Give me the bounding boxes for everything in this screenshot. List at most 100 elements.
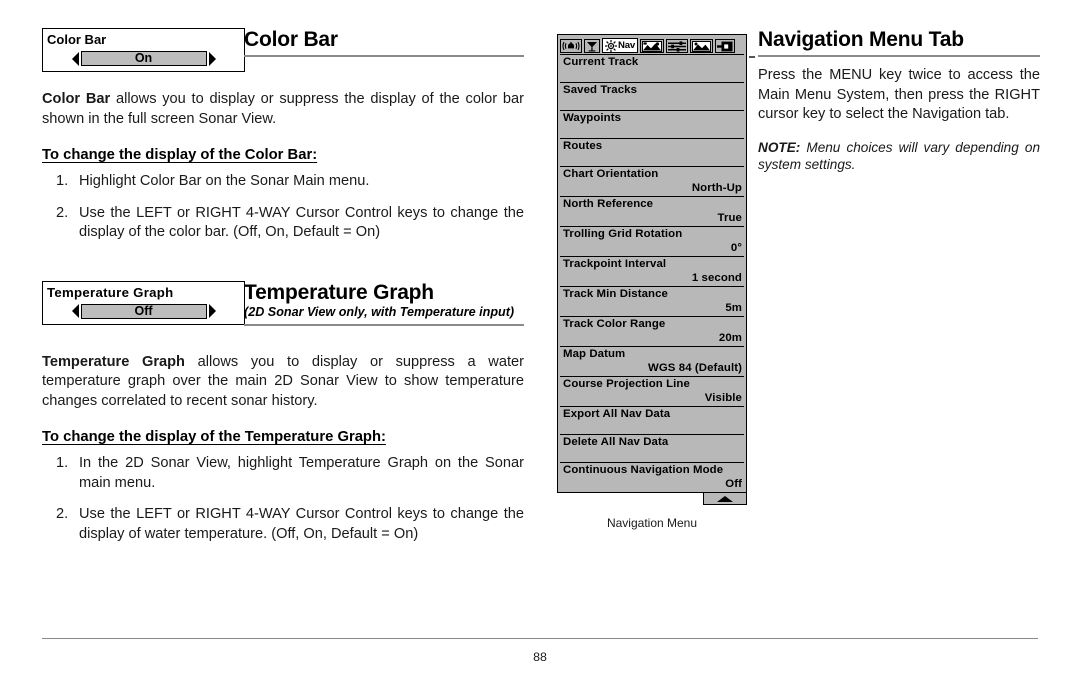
menu-item-label: Trackpoint Interval: [563, 258, 667, 270]
temperature-graph-steps: 1. In the 2D Sonar View, highlight Tempe…: [42, 454, 524, 544]
menu-item-north-reference[interactable]: North Reference True: [560, 197, 744, 227]
navigation-menu-screenshot: Nav Current Track Saved Tracks Waypoints…: [557, 34, 755, 530]
color-bar-paragraph: Color Bar allows you to display or suppr…: [42, 90, 524, 129]
menu-item-chart-orientation[interactable]: Chart Orientation North-Up: [560, 167, 744, 197]
menu-item-waypoints[interactable]: Waypoints: [560, 111, 744, 139]
menu-item-spacer: [563, 125, 742, 137]
menu-item-spacer: [563, 421, 742, 433]
temperature-graph-paragraph: Temperature Graph allows you to display …: [42, 353, 524, 412]
menu-item-label: Current Track: [563, 56, 639, 68]
menu-tab-bar[interactable]: Nav: [560, 37, 744, 54]
scroll-up-button[interactable]: [703, 493, 747, 505]
navigation-menu-list[interactable]: Current Track Saved Tracks Waypoints Rou…: [560, 54, 744, 492]
menu-item-track-min-distance[interactable]: Track Min Distance 5m: [560, 287, 744, 317]
menu-item-routes[interactable]: Routes: [560, 139, 744, 167]
menu-item-value: WGS 84 (Default): [648, 362, 742, 374]
menu-item-label: Routes: [563, 140, 603, 152]
menu-item-trackpoint-interval[interactable]: Trackpoint Interval 1 second: [560, 257, 744, 287]
temperature-graph-procedure-heading: To change the display of the Temperature…: [42, 429, 386, 445]
menu-item-value: True: [717, 212, 742, 224]
right-arrow-icon[interactable]: [208, 304, 216, 318]
step-number: 1.: [56, 173, 69, 189]
step-number: 2.: [56, 506, 69, 522]
menu-item-label: Delete All Nav Data: [563, 436, 669, 448]
sonar-fish-icon: [587, 41, 597, 51]
menu-item-value: 1 second: [691, 272, 742, 284]
menu-item-map-datum[interactable]: Map Datum WGS 84 (Default): [560, 347, 744, 377]
menu-item-spacer: [563, 153, 742, 165]
tab-navigation[interactable]: Nav: [602, 38, 638, 53]
menu-item-spacer: [563, 97, 742, 109]
step-text: Use the LEFT or RIGHT 4-WAY Cursor Contr…: [79, 506, 524, 542]
menu-item-continuous-navigation-mode[interactable]: Continuous Navigation Mode Off: [560, 463, 744, 492]
menu-item-label: Export All Nav Data: [563, 408, 671, 420]
temperature-graph-slider[interactable]: Off: [47, 303, 240, 319]
color-bar-slider-track[interactable]: On: [80, 51, 207, 66]
views-image-icon: [692, 40, 711, 52]
device-footer: [557, 493, 747, 505]
step-number: 2.: [56, 204, 69, 221]
temperature-graph-heading: Temperature Graph: [244, 280, 434, 304]
menu-item-value: 0°: [730, 242, 742, 254]
color-bar-heading-block: Color Bar: [244, 28, 524, 57]
color-bar-steps: 1. Highlight Color Bar on the Sonar Main…: [42, 172, 524, 243]
menu-item-value: Off: [725, 478, 742, 490]
list-item: 1. Highlight Color Bar on the Sonar Main…: [42, 172, 524, 192]
menu-item-delete-all-nav-data[interactable]: Delete All Nav Data: [560, 435, 744, 463]
menu-item-current-track[interactable]: Current Track: [560, 55, 744, 83]
temperature-graph-heading-block: Temperature Graph (2D Sonar View only, w…: [244, 281, 524, 326]
setup-sliders-icon: [668, 40, 686, 52]
heading-rule: [758, 55, 1040, 57]
navigation-menu-tab-paragraph: Press the MENU key twice to access the M…: [758, 67, 1040, 122]
left-arrow-icon[interactable]: [71, 304, 79, 318]
section-temperature-graph: Temperature Graph Off Temperature Graph …: [42, 280, 524, 339]
color-bar-procedure-heading: To change the display of the Color Bar:: [42, 147, 318, 163]
menu-item-trolling-grid-rotation[interactable]: Trolling Grid Rotation 0°: [560, 227, 744, 257]
tab-navigation-label: Nav: [618, 39, 635, 51]
heading-rule: [244, 323, 524, 326]
temperature-graph-paragraph-lead: Temperature Graph: [42, 353, 185, 370]
menu-item-export-all-nav-data[interactable]: Export All Nav Data: [560, 407, 744, 435]
tab-sonar[interactable]: [584, 39, 600, 53]
alarm-speaker-icon: [562, 41, 580, 51]
menu-item-course-projection-line[interactable]: Course Projection Line Visible: [560, 377, 744, 407]
menu-item-value: 5m: [725, 302, 742, 314]
navigation-menu-tab-heading: Navigation Menu Tab: [758, 28, 964, 51]
step-text: Use the LEFT or RIGHT 4-WAY Cursor Contr…: [79, 204, 524, 241]
section-color-bar: Color Bar On Color Bar: [42, 28, 524, 84]
right-arrow-icon[interactable]: [208, 51, 216, 66]
color-bar-widget[interactable]: Color Bar On: [42, 28, 245, 72]
temperature-graph-slider-track[interactable]: Off: [80, 303, 207, 319]
color-bar-heading: Color Bar: [244, 28, 338, 51]
menu-item-value: 20m: [718, 332, 742, 344]
temperature-graph-widget[interactable]: Temperature Graph Off: [42, 280, 245, 325]
tab-setup[interactable]: [666, 39, 688, 53]
menu-item-track-color-range[interactable]: Track Color Range 20m: [560, 317, 744, 347]
menu-item-label: Map Datum: [563, 348, 626, 360]
menu-item-label: Trolling Grid Rotation: [563, 228, 683, 240]
menu-item-label: North Reference: [563, 198, 654, 210]
tab-alarms[interactable]: [560, 39, 582, 53]
note-text: Menu choices will vary depending on syst…: [758, 139, 1040, 173]
footer-divider: [42, 638, 1038, 639]
menu-item-value: Visible: [704, 392, 742, 404]
tab-chart[interactable]: [640, 39, 664, 53]
temperature-graph-widget-title: Temperature Graph: [47, 284, 174, 300]
menu-item-label: Course Projection Line: [563, 378, 690, 390]
menu-item-saved-tracks[interactable]: Saved Tracks: [560, 83, 744, 111]
tab-views[interactable]: [690, 39, 713, 53]
temperature-graph-subhead: (2D Sonar View only, with Temperature in…: [244, 304, 515, 319]
nav-compass-icon: [605, 39, 617, 52]
color-bar-slider[interactable]: On: [47, 51, 240, 66]
list-item: 2. Use the LEFT or RIGHT 4-WAY Cursor Co…: [42, 505, 524, 544]
step-number: 1.: [56, 455, 69, 471]
menu-item-label: Chart Orientation: [563, 168, 659, 180]
accessories-icon: [717, 41, 733, 51]
list-item: 2. Use the LEFT or RIGHT 4-WAY Cursor Co…: [42, 204, 524, 243]
chart-icon: [642, 40, 662, 52]
menu-item-label: Track Min Distance: [563, 288, 668, 300]
left-arrow-icon[interactable]: [71, 51, 79, 66]
note-label: NOTE:: [758, 139, 801, 155]
tab-accessories[interactable]: [715, 39, 735, 53]
color-bar-widget-title: Color Bar: [47, 32, 107, 47]
